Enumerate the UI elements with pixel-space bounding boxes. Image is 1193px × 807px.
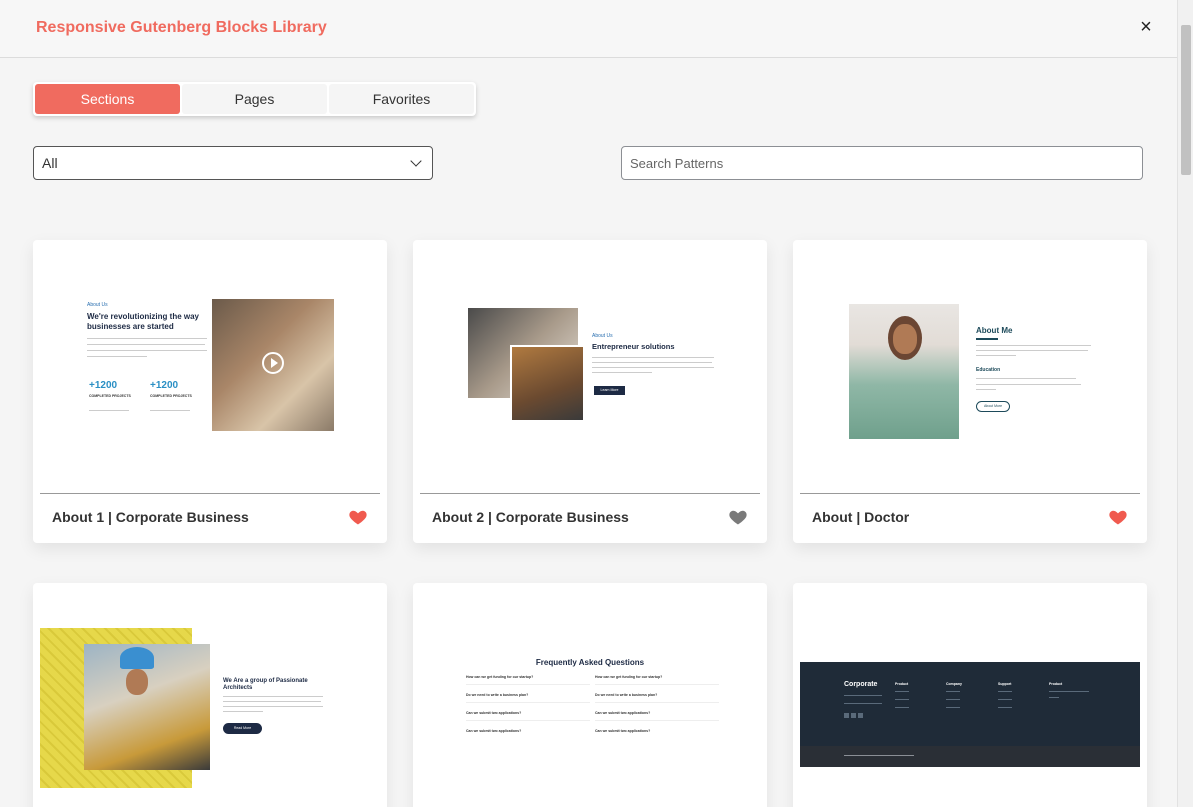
pattern-preview[interactable]: We Are a group of Passionate Architects …	[40, 583, 380, 807]
pattern-card[interactable]: We Are a group of Passionate Architects …	[33, 583, 387, 807]
card-footer: About 2 | Corporate Business	[420, 493, 760, 543]
pattern-card[interactable]: About Us Entrepreneur solutions Learn Mo…	[413, 240, 767, 543]
preview-stat: +1200	[150, 380, 179, 391]
preview-heading: We're revolutionizing the way	[87, 312, 199, 321]
pattern-preview[interactable]: About Me Education About More	[800, 240, 1140, 493]
faq-question: Can we submit two applications?	[595, 729, 651, 733]
preview-heading: We Are a group of Passionate	[223, 678, 308, 684]
preview-column-heading: Company	[946, 682, 962, 686]
faq-question: How can we get funding for our startup?	[466, 675, 534, 679]
pattern-card[interactable]: About Me Education About More About | Do…	[793, 240, 1147, 543]
search-input[interactable]	[621, 146, 1143, 180]
card-title: About | Doctor	[812, 509, 910, 525]
close-button[interactable]: ×	[1136, 17, 1156, 37]
preview-heading: Architects	[223, 685, 253, 691]
preview-subheading: Education	[976, 367, 1001, 373]
tab-sections[interactable]: Sections	[35, 84, 180, 114]
pattern-card[interactable]: Corporate Product Company Support Produc…	[793, 583, 1147, 807]
scrollbar-thumb[interactable]	[1181, 25, 1191, 175]
preview-column-heading: Product	[1049, 682, 1063, 686]
preview-button: Learn More	[594, 386, 625, 395]
category-select[interactable]: All	[33, 146, 433, 180]
preview-heading: About Me	[976, 326, 1013, 335]
pattern-preview[interactable]: About Us We're revolutionizing the way b…	[40, 240, 380, 493]
preview-image	[510, 345, 585, 422]
card-footer: About | Doctor	[800, 493, 1140, 543]
preview-heading: Frequently Asked Questions	[535, 658, 645, 667]
tab-favorites[interactable]: Favorites	[329, 84, 474, 114]
pattern-card[interactable]: Frequently Asked Questions How can we ge…	[413, 583, 767, 807]
preview-stat: +1200	[89, 380, 118, 391]
favorite-heart-icon[interactable]	[348, 507, 368, 527]
preview-kicker: About Us	[87, 302, 108, 308]
scrollbar[interactable]	[1177, 0, 1193, 807]
preview-kicker: About Us	[592, 333, 613, 339]
tab-bar: Sections Pages Favorites	[33, 82, 476, 116]
pattern-preview[interactable]: Frequently Asked Questions How can we ge…	[420, 583, 760, 807]
preview-column-heading: Product	[895, 682, 909, 686]
faq-question: How can we get funding for our startup?	[595, 675, 663, 679]
preview-button: Read More	[223, 723, 262, 734]
preview-button: About More	[976, 401, 1010, 412]
pattern-preview[interactable]: About Us Entrepreneur solutions Learn Mo…	[420, 240, 760, 493]
preview-brand: Corporate	[844, 681, 878, 688]
faq-question: Do we need to write a business plan?	[466, 693, 529, 697]
favorite-heart-icon[interactable]	[1108, 507, 1128, 527]
modal-header: Responsive Gutenberg Blocks Library ×	[0, 0, 1193, 58]
preview-stat-label: COMPLETED PROJECTS	[89, 394, 131, 398]
preview-heading: businesses are started	[87, 322, 174, 331]
faq-question: Do we need to write a business plan?	[595, 693, 658, 697]
favorite-heart-icon[interactable]	[728, 507, 748, 527]
category-select-value: All	[42, 155, 58, 171]
faq-question: Can we submit two applications?	[466, 729, 522, 733]
faq-question: Can we submit two applications?	[466, 711, 522, 715]
card-footer: About 1 | Corporate Business	[40, 493, 380, 543]
card-title: About 2 | Corporate Business	[432, 509, 629, 525]
preview-stat-label: COMPLETED PROJECTS	[150, 394, 192, 398]
preview-column-heading: Support	[998, 682, 1012, 686]
tab-pages[interactable]: Pages	[182, 84, 327, 114]
faq-question: Can we submit two applications?	[595, 711, 651, 715]
pattern-preview[interactable]: Corporate Product Company Support Produc…	[800, 583, 1140, 807]
chevron-down-icon	[410, 155, 422, 167]
preview-heading: Entrepreneur solutions	[592, 342, 675, 351]
pattern-card[interactable]: About Us We're revolutionizing the way b…	[33, 240, 387, 543]
app-title: Responsive Gutenberg Blocks Library	[36, 19, 327, 36]
card-title: About 1 | Corporate Business	[52, 509, 249, 525]
preview-footer-bg	[800, 662, 1140, 746]
